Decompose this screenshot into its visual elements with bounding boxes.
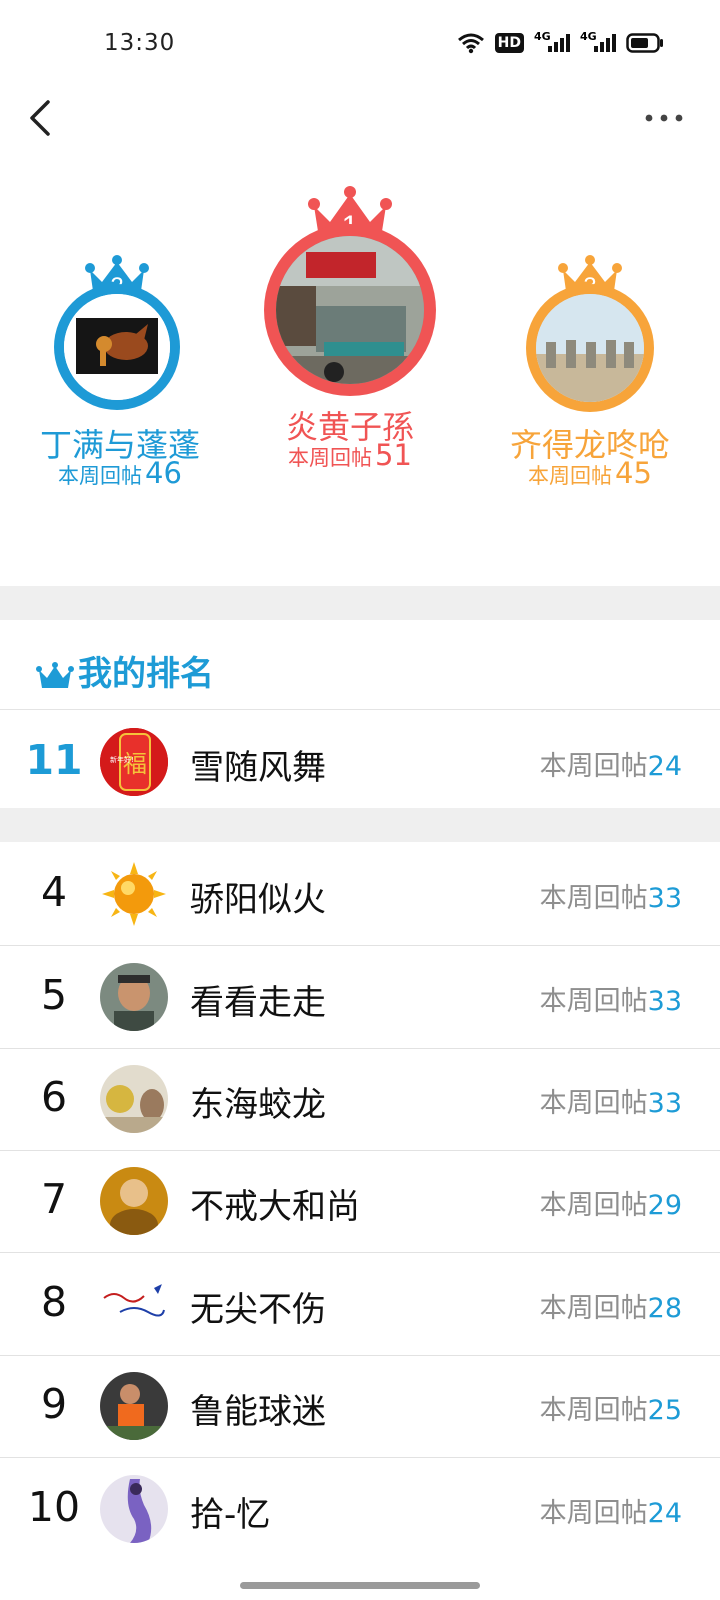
podium-slot-2[interactable]: 2 丁满与蓬蓬 本周回帖46 <box>0 180 240 510</box>
reply-count: 本周回帖24 <box>540 1491 682 1530</box>
svg-text:新年好!: 新年好! <box>110 755 134 764</box>
avatar: 福 新年好! <box>100 728 168 796</box>
more-button[interactable] <box>642 104 686 132</box>
count-label: 本周回帖 <box>288 446 373 470</box>
reply-count: 本周回帖24 <box>540 744 682 783</box>
count-label: 本周回帖 <box>539 986 648 1017</box>
count-label: 本周回帖 <box>528 464 613 488</box>
podium-count: 本周回帖 46 <box>0 456 240 490</box>
status-time: 13:30 <box>104 30 176 56</box>
more-horizontal-icon <box>645 114 683 122</box>
my-rank-header: 我的排名 <box>0 632 720 710</box>
avatar <box>100 1065 168 1133</box>
section-title: 我的排名 <box>78 654 214 694</box>
avatar <box>100 1372 168 1440</box>
count-value: 33 <box>647 883 682 914</box>
count-value: 28 <box>647 1293 682 1324</box>
signal-4g-icon-2: 4G <box>580 30 616 52</box>
count-label: 本周回帖 <box>539 751 648 782</box>
rank-number: 9 <box>40 1380 68 1428</box>
status-bar: 13:30 HD 4G 4G <box>0 0 720 88</box>
reply-count: 本周回帖33 <box>540 876 682 915</box>
rank-number: 8 <box>40 1278 68 1326</box>
count-value: 24 <box>647 1498 682 1529</box>
avatar <box>100 1167 168 1235</box>
count-value: 51 <box>375 438 412 472</box>
list-item[interactable]: 7 不戒大和尚 本周回帖29 <box>0 1149 720 1253</box>
signal-4g-icon: 4G <box>534 30 570 52</box>
count-label: 本周回帖 <box>539 1088 648 1119</box>
count-label: 本周回帖 <box>58 464 143 488</box>
user-name: 不戒大和尚 <box>190 1187 360 1227</box>
rank-number: 6 <box>40 1073 68 1121</box>
user-name: 看看走走 <box>190 983 326 1023</box>
crown-icon <box>36 662 74 688</box>
user-name: 鲁能球迷 <box>190 1392 326 1432</box>
network-type-label: 4G <box>534 30 551 43</box>
reply-count: 本周回帖29 <box>540 1183 682 1222</box>
my-rank-row[interactable]: 11 福 新年好! 雪随风舞 本周回帖24 <box>0 710 720 814</box>
count-label: 本周回帖 <box>539 1395 648 1426</box>
back-button[interactable] <box>22 96 62 140</box>
top-three-podium: 2 丁满与蓬蓬 本周回帖46 1 <box>0 180 720 510</box>
reply-count: 本周回帖33 <box>540 979 682 1018</box>
user-name: 骄阳似火 <box>190 880 326 920</box>
rank-number: 4 <box>40 868 68 916</box>
avatar <box>64 294 170 400</box>
count-label: 本周回帖 <box>539 1190 648 1221</box>
count-value: 33 <box>647 1088 682 1119</box>
status-icons: HD 4G 4G <box>457 30 664 54</box>
network-type-label-2: 4G <box>580 30 597 43</box>
rank-number: 7 <box>40 1175 68 1223</box>
podium-count: 本周回帖 45 <box>470 456 710 490</box>
user-name: 无尖不伤 <box>190 1290 326 1330</box>
chevron-left-icon <box>30 100 50 136</box>
rank-number: 10 <box>27 1483 81 1531</box>
user-name: 雪随风舞 <box>190 748 326 788</box>
avatar <box>100 1270 168 1338</box>
podium-count: 本周回帖 51 <box>230 438 470 472</box>
list-item[interactable]: 5 看看走走 本周回帖33 <box>0 945 720 1049</box>
avatar <box>276 236 424 384</box>
user-name: 东海蛟龙 <box>190 1085 326 1125</box>
list-item[interactable]: 10 拾-忆 本周回帖24 <box>0 1457 720 1561</box>
list-item[interactable]: 9 鲁能球迷 本周回帖25 <box>0 1354 720 1458</box>
wifi-icon <box>457 32 485 54</box>
avatar <box>100 860 168 928</box>
count-label: 本周回帖 <box>539 1293 648 1324</box>
count-value: 25 <box>647 1395 682 1426</box>
podium-slot-1[interactable]: 1 炎黄子孫 本周回帖51 <box>232 180 472 510</box>
list-item[interactable]: 6 东海蛟龙 本周回帖33 <box>0 1047 720 1151</box>
section-divider <box>0 808 720 842</box>
avatar <box>100 1475 168 1543</box>
hd-icon: HD <box>494 33 524 53</box>
section-divider <box>0 586 720 620</box>
list-item[interactable]: 4 骄阳似火 本周回帖33 <box>0 842 720 946</box>
count-value: 46 <box>145 456 182 490</box>
count-value: 24 <box>647 751 682 782</box>
podium-slot-3[interactable]: 3 齐得龙咚呛 本周回帖45 <box>470 180 710 510</box>
user-name: 拾-忆 <box>190 1495 271 1535</box>
reply-count: 本周回帖25 <box>540 1388 682 1427</box>
count-label: 本周回帖 <box>539 1498 648 1529</box>
reply-count: 本周回帖33 <box>540 1081 682 1120</box>
count-value: 33 <box>647 986 682 1017</box>
list-item[interactable]: 8 无尖不伤 本周回帖28 <box>0 1252 720 1356</box>
count-value: 29 <box>647 1190 682 1221</box>
avatar <box>100 963 168 1031</box>
count-label: 本周回帖 <box>539 883 648 914</box>
avatar <box>536 294 644 402</box>
rank-number: 5 <box>40 971 68 1019</box>
reply-count: 本周回帖28 <box>540 1286 682 1325</box>
battery-icon <box>626 33 664 53</box>
rank-number: 11 <box>25 736 83 784</box>
home-indicator[interactable] <box>240 1582 480 1589</box>
svg-text:福: 福 <box>123 750 147 778</box>
count-value: 45 <box>615 456 652 490</box>
